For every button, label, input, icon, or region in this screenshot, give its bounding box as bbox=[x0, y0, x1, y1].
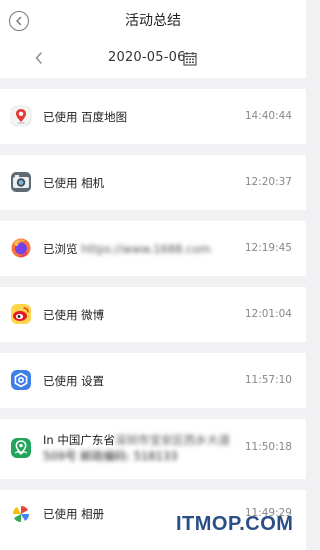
item-text: In 中国广东省深圳市宝安区西乡大道 bbox=[43, 433, 230, 447]
item-text: 已浏览 https://www.1688.com bbox=[43, 242, 211, 256]
list-item[interactable]: 已浏览 https://www.1688.com 12:19:45 bbox=[0, 221, 306, 276]
list-item[interactable]: In 中国广东省深圳市宝安区西乡大道 509号 邮政编码: 518133 11:… bbox=[0, 419, 306, 479]
photos-icon bbox=[10, 503, 32, 525]
list-item[interactable]: 已使用 百度地图 14:40:44 bbox=[0, 89, 306, 144]
calendar-button[interactable] bbox=[183, 51, 197, 66]
baidu-map-icon bbox=[10, 105, 32, 127]
previous-day-button[interactable] bbox=[32, 49, 46, 67]
top-bar: 活动总结 2020-05-06 bbox=[0, 0, 306, 78]
list-item[interactable]: 已使用 微博 12:01:04 bbox=[0, 287, 306, 342]
item-text: 已使用 微博 bbox=[43, 308, 105, 322]
page-title: 活动总结 bbox=[125, 13, 181, 29]
item-text: 已使用 设置 bbox=[43, 374, 105, 388]
camera-icon bbox=[10, 171, 32, 193]
item-time: 12:19:45 bbox=[244, 242, 292, 254]
item-time: 14:40:44 bbox=[244, 110, 292, 122]
item-text: 已使用 百度地图 bbox=[43, 110, 128, 124]
item-time: 12:01:04 bbox=[244, 308, 292, 320]
location-icon bbox=[10, 437, 32, 459]
date-selector: 2020-05-06 bbox=[0, 46, 306, 72]
chevron-left-icon bbox=[35, 52, 42, 64]
list-item[interactable]: 已使用 设置 11:57:10 bbox=[0, 353, 306, 408]
site-watermark: ITMOP.COM bbox=[176, 513, 294, 535]
item-text-line2: 509号 邮政编码: 518133 bbox=[43, 449, 178, 463]
firefox-icon bbox=[10, 237, 32, 259]
settings-icon bbox=[10, 369, 32, 391]
item-time: 11:57:10 bbox=[244, 374, 292, 386]
weibo-icon bbox=[10, 303, 32, 325]
item-time: 12:20:37 bbox=[244, 176, 292, 188]
item-text: 已使用 相册 bbox=[43, 507, 105, 521]
item-text: 已使用 相机 bbox=[43, 176, 105, 190]
calendar-icon bbox=[183, 52, 197, 66]
item-time: 11:50:18 bbox=[244, 441, 292, 453]
list-item[interactable]: 已使用 相机 12:20:37 bbox=[0, 155, 306, 210]
date-label[interactable]: 2020-05-06 bbox=[108, 50, 186, 65]
